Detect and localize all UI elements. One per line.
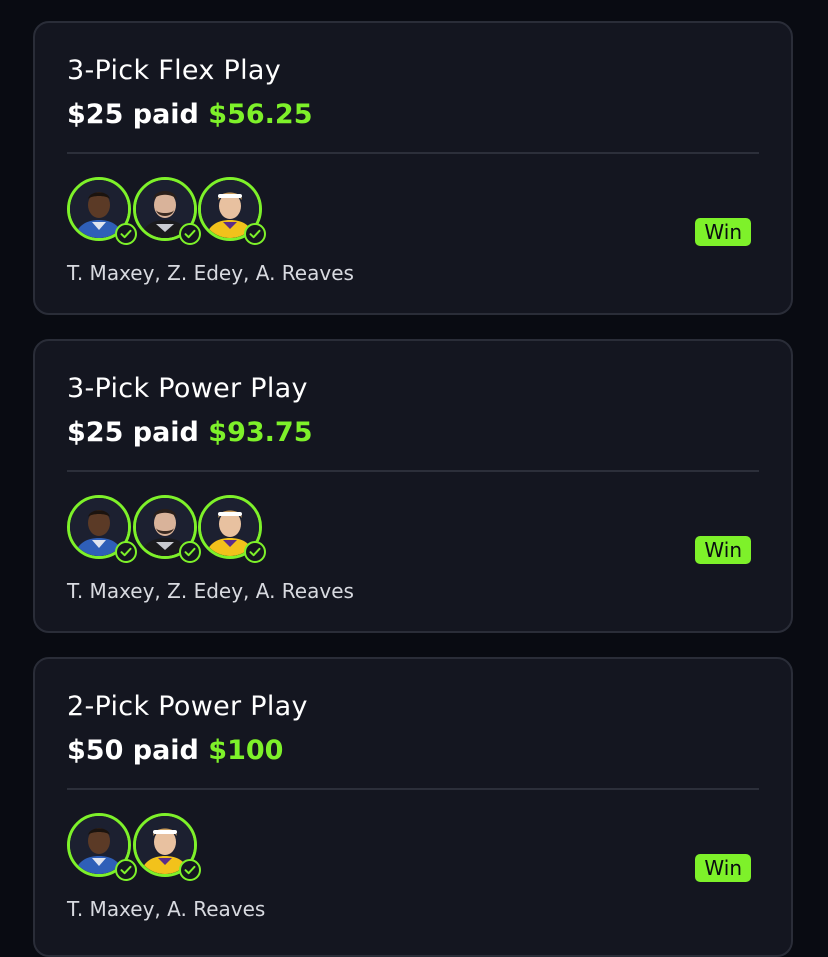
payout-amount: $100 <box>208 735 284 766</box>
divider <box>67 152 759 154</box>
payout-amount: $93.75 <box>208 417 313 448</box>
divider <box>67 788 759 790</box>
check-icon <box>179 859 201 881</box>
divider <box>67 470 759 472</box>
entry-title: 2-Pick Power Play <box>67 691 308 722</box>
entry-card[interactable]: 2-Pick Power Play $50 paid $100 T. Maxey… <box>33 657 793 957</box>
paid-label: $25 paid <box>67 99 199 130</box>
entry-payout: $25 paid $56.25 <box>67 99 313 130</box>
paid-label: $25 paid <box>67 417 199 448</box>
entry-payout: $50 paid $100 <box>67 735 283 766</box>
paid-label: $50 paid <box>67 735 199 766</box>
check-icon <box>179 541 201 563</box>
check-icon <box>115 541 137 563</box>
status-badge: Win <box>695 536 751 564</box>
player-names: T. Maxey, A. Reaves <box>67 897 266 921</box>
status-badge: Win <box>695 218 751 246</box>
player-names: T. Maxey, Z. Edey, A. Reaves <box>67 579 354 603</box>
check-icon <box>179 223 201 245</box>
status-badge: Win <box>695 854 751 882</box>
entry-card[interactable]: 3-Pick Flex Play $25 paid $56.25 T. Maxe… <box>33 21 793 315</box>
entry-card[interactable]: 3-Pick Power Play $25 paid $93.75 T. Max… <box>33 339 793 633</box>
entry-title: 3-Pick Flex Play <box>67 55 282 86</box>
check-icon <box>115 223 137 245</box>
player-names: T. Maxey, Z. Edey, A. Reaves <box>67 261 354 285</box>
check-icon <box>115 859 137 881</box>
payout-amount: $56.25 <box>208 99 313 130</box>
check-icon <box>244 541 266 563</box>
entry-payout: $25 paid $93.75 <box>67 417 313 448</box>
entry-title: 3-Pick Power Play <box>67 373 308 404</box>
check-icon <box>244 223 266 245</box>
